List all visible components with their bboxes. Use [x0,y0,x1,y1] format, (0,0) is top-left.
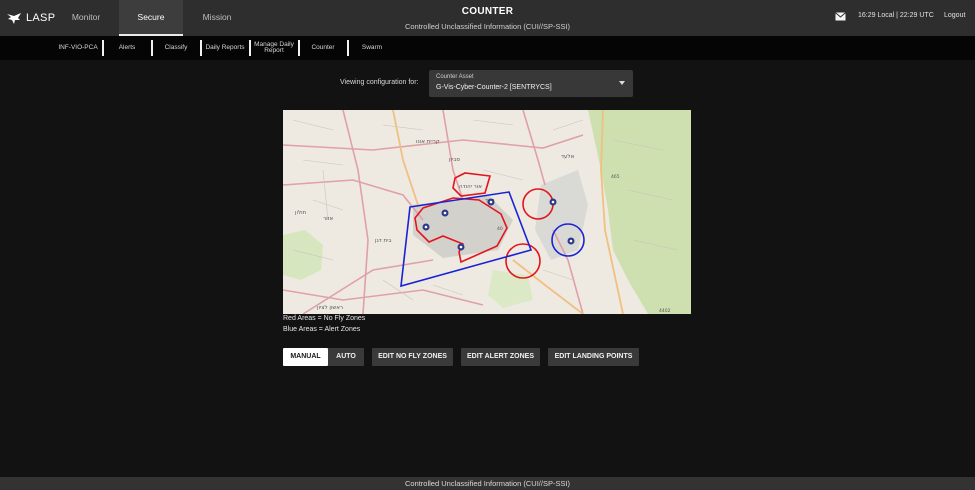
envelope-icon[interactable] [835,12,846,21]
drone-marker-icon[interactable] [549,198,557,206]
logout-link[interactable]: Logout [944,12,965,19]
page-title: COUNTER [461,6,514,17]
map-canvas[interactable]: קריית אונו סביון אור יהודה יהוד חולון אז… [283,110,691,314]
map-label: סביון [449,157,460,163]
edit-no-fly-zones-button[interactable]: EDIT NO FLY ZONES [372,348,453,366]
map-label: אלעד [561,153,575,160]
sub-nav: INF-VIO-PCA Alerts Classify Daily Report… [0,36,975,60]
subnav-inf-vio-pca[interactable]: INF-VIO-PCA [54,36,102,60]
subnav-counter[interactable]: Counter [300,36,346,60]
map-label: אזור [323,216,334,222]
viewing-config-label: Viewing configuration for: [340,79,419,86]
header-classification: Controlled Unclassified Information (CUI… [404,22,571,31]
edit-alert-zones-button[interactable]: EDIT ALERT ZONES [461,348,540,366]
subnav-alerts[interactable]: Alerts [104,36,150,60]
chevron-down-icon [619,81,625,85]
map-label: 4402 [659,308,671,314]
drone-marker-icon[interactable] [457,243,465,251]
counter-asset-value: G-Vis-Cyber-Counter-2 [SENTRYCS] [436,84,552,91]
subnav-classify[interactable]: Classify [153,36,199,60]
subnav-manage-daily-report[interactable]: Manage Daily Report [251,36,297,60]
legend-alert: Blue Areas = Alert Zones [283,326,361,333]
counter-asset-label: Counter Asset [436,74,474,80]
drone-marker-icon[interactable] [441,209,449,217]
map-label: אור יהודה [459,184,482,190]
map-label: 465 [611,174,620,180]
map-label: קריית אונו [416,139,440,145]
drone-marker-icon[interactable] [422,223,430,231]
auto-button[interactable]: AUTO [328,348,364,366]
edit-landing-points-button[interactable]: EDIT LANDING POINTS [548,348,639,366]
map-label: 40 [497,226,503,232]
manual-button[interactable]: MANUAL [283,348,328,366]
subnav-swarm[interactable]: Swarm [349,36,395,60]
top-bar: LASP Monitor Secure Mission COUNTER Cont… [0,0,975,36]
counter-asset-select[interactable]: Counter Asset G-Vis-Cyber-Counter-2 [SEN… [429,70,633,97]
zone-map[interactable]: קריית אונו סביון אור יהודה יהוד חולון אז… [283,110,691,314]
map-label: חולון [295,209,307,216]
drone-marker-icon[interactable] [567,237,575,245]
legend-no-fly: Red Areas = No Fly Zones [283,315,366,322]
map-label: בית דגן [375,238,392,244]
subnav-daily-reports[interactable]: Daily Reports [202,36,248,60]
map-label: ראשון לציון [317,304,343,311]
clock-readout: 16:29 Local | 22:29 UTC [858,12,934,19]
drone-marker-icon[interactable] [487,198,495,206]
footer-classification: Controlled Unclassified Information (CUI… [0,477,975,490]
